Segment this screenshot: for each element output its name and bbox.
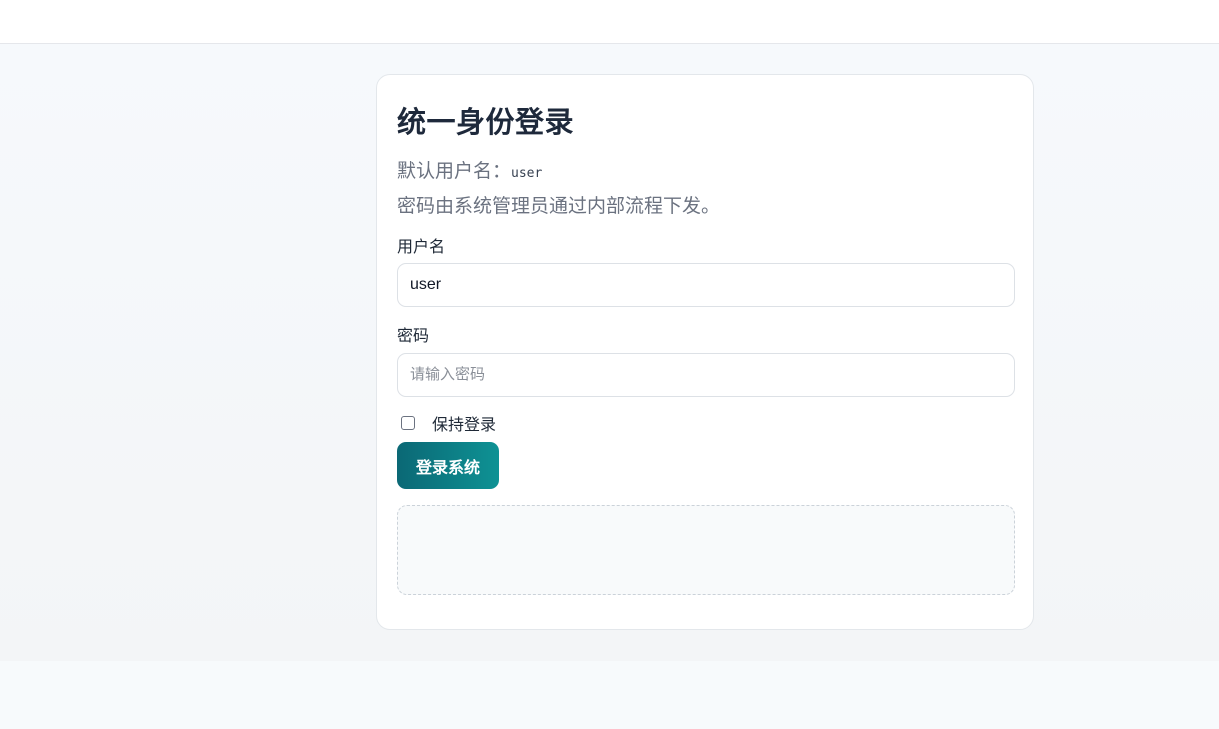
login-card: 统一身份登录 默认用户名：user 密码由系统管理员通过内部流程下发。 用户名 … [376,74,1034,630]
message-area [397,505,1015,595]
remember-me-row[interactable]: 保持登录 [401,411,496,435]
default-username-hint: 默认用户名：user [397,156,542,183]
default-username-value: user [511,166,543,181]
password-label: 密码 [397,326,430,345]
username-input[interactable] [397,263,1015,307]
remember-me-checkbox[interactable] [401,416,415,430]
remember-me-label: 保持登录 [432,415,497,434]
page-title: 统一身份登录 [397,105,575,139]
default-username-label: 默认用户名： [397,160,512,182]
username-label: 用户名 [397,237,446,256]
password-input[interactable] [397,353,1015,397]
login-submit-button[interactable]: 登录系统 [397,442,499,489]
password-note: 密码由系统管理员通过内部流程下发。 [397,195,721,217]
top-navigation-bar [0,0,1219,44]
